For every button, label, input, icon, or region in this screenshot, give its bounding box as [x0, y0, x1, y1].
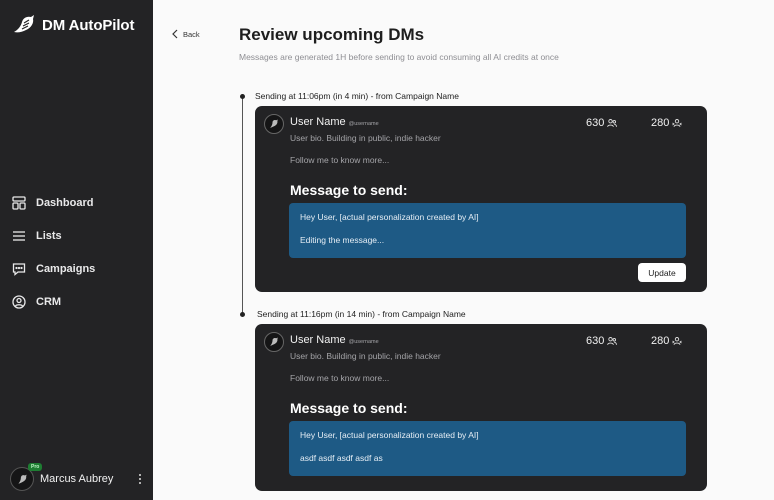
following-count: 280 [651, 335, 683, 347]
bird-avatar-icon [270, 119, 278, 128]
timeline-dot [240, 94, 245, 99]
sidebar-item-dashboard[interactable]: Dashboard [0, 186, 153, 219]
followers-icon [607, 337, 618, 345]
message-line: Editing the message... [300, 235, 385, 245]
sidebar: DM AutoPilot Dashboard Lists Campaigns C… [0, 0, 153, 500]
bird-avatar-icon [17, 474, 27, 484]
dm-card: User Name @username User bio. Building in… [255, 106, 707, 292]
user-name: Marcus Aubrey [40, 473, 114, 485]
following-count: 280 [651, 117, 683, 129]
user-circle-icon [12, 294, 26, 309]
recipient-bio-extra: Follow me to know more... [290, 373, 390, 383]
list-icon [13, 230, 25, 241]
slot-label: Sending at 11:06pm (in 4 min) - from Cam… [255, 91, 459, 101]
sidebar-item-label: Lists [36, 229, 62, 242]
sidebar-item-label: CRM [36, 295, 62, 308]
back-label: Back [183, 29, 200, 39]
timeline-dot [240, 312, 245, 317]
recipient-name[interactable]: User Name @username [290, 334, 379, 346]
dashboard-icon [12, 195, 26, 210]
following-value: 280 [651, 335, 670, 347]
recipient-name-text: User Name [290, 334, 346, 346]
pro-badge: Pro [28, 463, 43, 471]
bird-logo-icon [14, 15, 34, 33]
recipient-handle: @username [348, 339, 379, 345]
message-line: Hey User, [actual personalization create… [300, 212, 479, 222]
sidebar-item-crm[interactable]: CRM [0, 285, 153, 318]
message-editor[interactable]: Hey User, [actual personalization create… [289, 203, 686, 258]
page-title: Review upcoming DMs [239, 25, 425, 44]
timeline-line [242, 96, 243, 316]
avatar[interactable] [264, 114, 284, 134]
recipient-bio: User bio. Building in public, indie hack… [290, 351, 441, 361]
message-editor[interactable]: Hey User, [actual personalization create… [289, 421, 686, 476]
recipient-bio: User bio. Building in public, indie hack… [290, 133, 441, 143]
page-subtitle: Messages are generated 1H before sending… [239, 52, 559, 62]
brand[interactable]: DM AutoPilot [12, 14, 134, 36]
following-icon [672, 337, 683, 345]
sidebar-nav: Dashboard Lists Campaigns CRM [0, 186, 153, 318]
more-options-icon[interactable] [134, 472, 146, 486]
bird-avatar-icon [270, 337, 278, 346]
message-heading: Message to send: [290, 400, 408, 416]
back-button[interactable]: Back [171, 29, 200, 39]
followers-count: 630 [586, 117, 618, 129]
message-line: asdf asdf asdf asdf as [300, 453, 383, 463]
recipient-bio-extra: Follow me to know more... [290, 155, 390, 165]
message-heading: Message to send: [290, 182, 408, 198]
user-profile[interactable]: Pro Marcus Aubrey [10, 463, 146, 491]
chat-icon [12, 262, 26, 276]
sidebar-item-lists[interactable]: Lists [0, 219, 153, 252]
brand-name: DM AutoPilot [42, 16, 135, 34]
chevron-left-icon [172, 29, 178, 39]
followers-value: 630 [586, 117, 605, 129]
followers-count: 630 [586, 335, 618, 347]
message-line: Hey User, [actual personalization create… [300, 430, 479, 440]
followers-value: 630 [586, 335, 605, 347]
recipient-name[interactable]: User Name @username [290, 116, 379, 128]
followers-icon [607, 119, 618, 127]
sidebar-item-campaigns[interactable]: Campaigns [0, 252, 153, 285]
dm-card: User Name @username User bio. Building in… [255, 324, 707, 491]
slot-label: Sending at 11:16pm (in 14 min) - from Ca… [257, 309, 466, 319]
avatar[interactable] [264, 332, 284, 352]
recipient-handle: @username [348, 121, 379, 127]
sidebar-item-label: Campaigns [36, 262, 96, 275]
avatar[interactable]: Pro [10, 463, 43, 491]
following-icon [672, 119, 683, 127]
following-value: 280 [651, 117, 670, 129]
recipient-name-text: User Name [290, 116, 346, 128]
sidebar-item-label: Dashboard [36, 196, 94, 209]
update-button[interactable]: Update [638, 263, 686, 282]
